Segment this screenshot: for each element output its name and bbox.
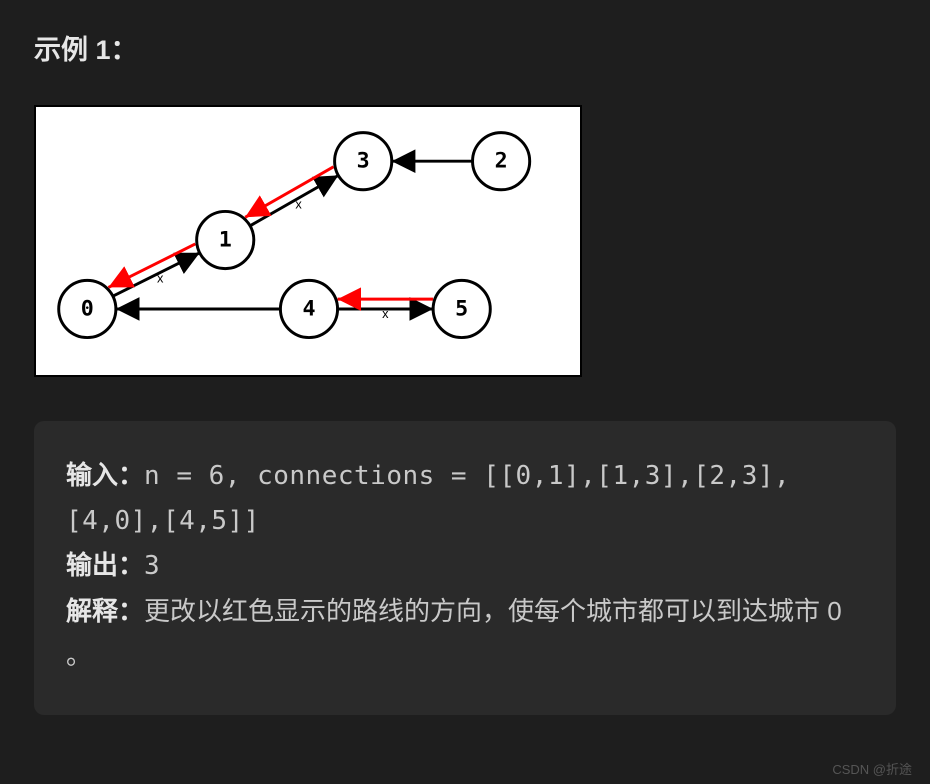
edge-black bbox=[250, 175, 338, 225]
example-code-block: 输入：n = 6, connections = [[0,1],[1,3],[2,… bbox=[34, 421, 896, 715]
graph-node-1: 1 bbox=[197, 211, 254, 268]
explain-value: 更改以红色显示的路线的方向，使每个城市都可以到达城市 0 。 bbox=[66, 596, 842, 670]
output-label: 输出： bbox=[66, 550, 144, 580]
graph-node-5: 5 bbox=[433, 280, 490, 337]
edge-red bbox=[108, 244, 195, 287]
watermark: CSDN @折途 bbox=[832, 759, 912, 778]
example-heading: 示例 1： bbox=[34, 28, 896, 67]
graph-node-label: 3 bbox=[357, 149, 370, 174]
edge-x-mark: x bbox=[157, 270, 164, 285]
input-line: 输入：n = 6, connections = [[0,1],[1,3],[2,… bbox=[66, 453, 864, 543]
explain-line: 解释：更改以红色显示的路线的方向，使每个城市都可以到达城市 0 。 bbox=[66, 589, 864, 677]
edge-x-mark: x bbox=[382, 306, 389, 321]
edge-x-mark: x bbox=[295, 196, 302, 211]
graph-svg: x x x 0 1 2 3 4 5 bbox=[36, 107, 580, 375]
graph-node-label: 2 bbox=[495, 149, 508, 174]
graph-node-4: 4 bbox=[280, 280, 337, 337]
explain-label: 解释： bbox=[66, 596, 144, 626]
graph-node-3: 3 bbox=[335, 133, 392, 190]
graph-node-label: 5 bbox=[455, 296, 468, 321]
input-value: n = 6, connections = [[0,1],[1,3],[2,3],… bbox=[66, 461, 790, 536]
graph-node-label: 4 bbox=[302, 296, 315, 321]
graph-node-0: 0 bbox=[59, 280, 116, 337]
graph-node-label: 1 bbox=[219, 228, 232, 253]
graph-node-label: 0 bbox=[81, 296, 94, 321]
input-label: 输入： bbox=[66, 460, 144, 490]
graph-node-2: 2 bbox=[473, 133, 530, 190]
graph-diagram: x x x 0 1 2 3 4 5 bbox=[34, 105, 582, 377]
output-value: 3 bbox=[144, 551, 160, 581]
output-line: 输出：3 bbox=[66, 543, 864, 588]
edge-red bbox=[245, 167, 333, 217]
